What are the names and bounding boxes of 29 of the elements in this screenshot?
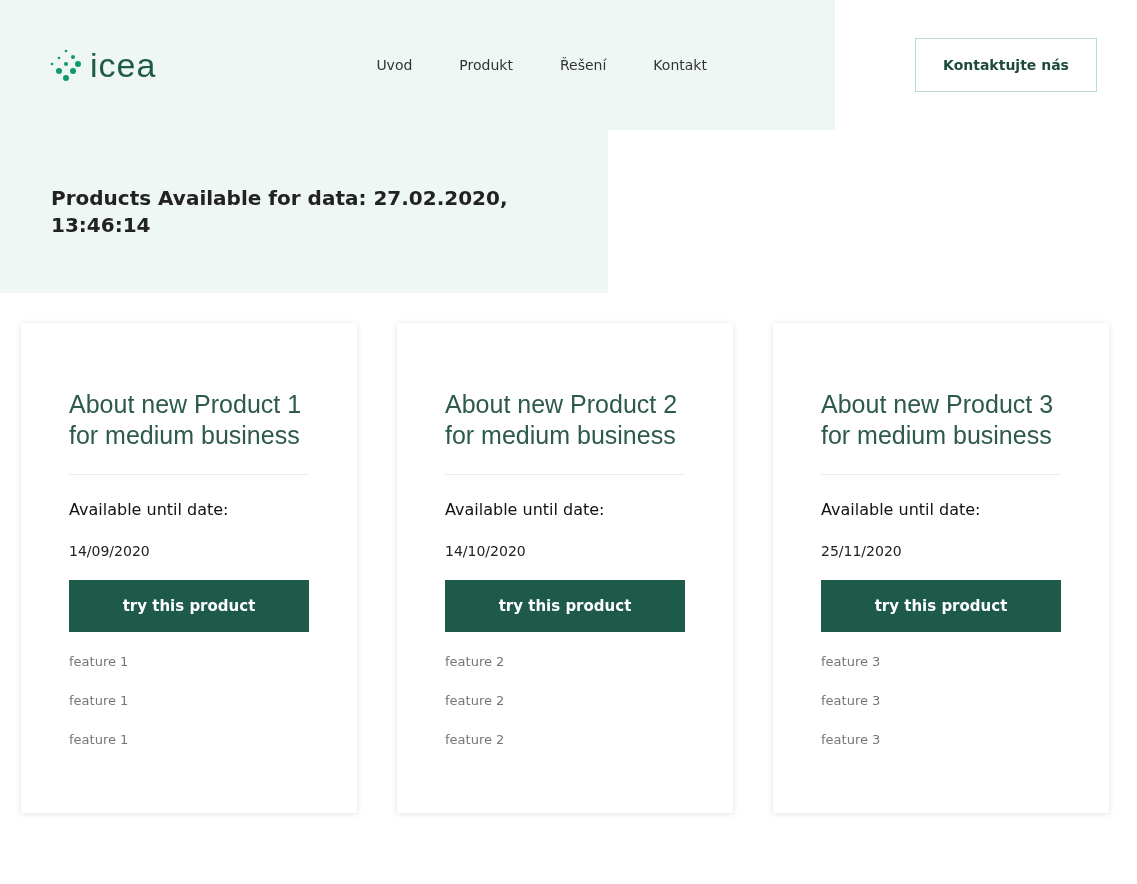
product-title: About new Product 3 for medium business: [821, 389, 1061, 475]
date-value: 25/11/2020: [821, 542, 903, 561]
feature-text: feature 3: [821, 692, 882, 710]
product-title: About new Product 2 for medium business: [445, 389, 685, 475]
nav-link[interactable]: Uvod: [376, 54, 413, 76]
nav-link[interactable]: Produkt: [459, 54, 513, 76]
try-product-button[interactable]: try this product: [69, 580, 309, 632]
nav-link[interactable]: Kontakt: [653, 54, 707, 76]
date-label: Available until date:: [821, 499, 982, 521]
nav-link[interactable]: Řešení: [559, 54, 607, 76]
feature-text: feature 1: [69, 653, 130, 671]
try-product-button[interactable]: try this product: [445, 580, 685, 632]
page-title: Products Available for data: 27.02.2020, 13:46:14: [51, 185, 509, 239]
date-label: Available until date:: [69, 499, 230, 521]
date-value: 14/09/2020: [69, 542, 151, 561]
logo-text[interactable]: icea: [90, 48, 157, 82]
contact-button[interactable]: Kontaktujte nás: [915, 38, 1097, 92]
date-label: Available until date:: [445, 499, 606, 521]
feature-text: feature 2: [445, 692, 506, 710]
feature-text: feature 2: [445, 653, 506, 671]
feature-text: feature 2: [445, 731, 506, 749]
feature-text: feature 1: [69, 692, 130, 710]
try-product-button[interactable]: try this product: [821, 580, 1061, 632]
date-value: 14/10/2020: [445, 542, 527, 561]
product-title: About new Product 1 for medium business: [69, 389, 309, 475]
logo-dots-icon: [50, 49, 82, 81]
feature-text: feature 3: [821, 731, 882, 749]
feature-text: feature 3: [821, 653, 882, 671]
feature-text: feature 1: [69, 731, 130, 749]
